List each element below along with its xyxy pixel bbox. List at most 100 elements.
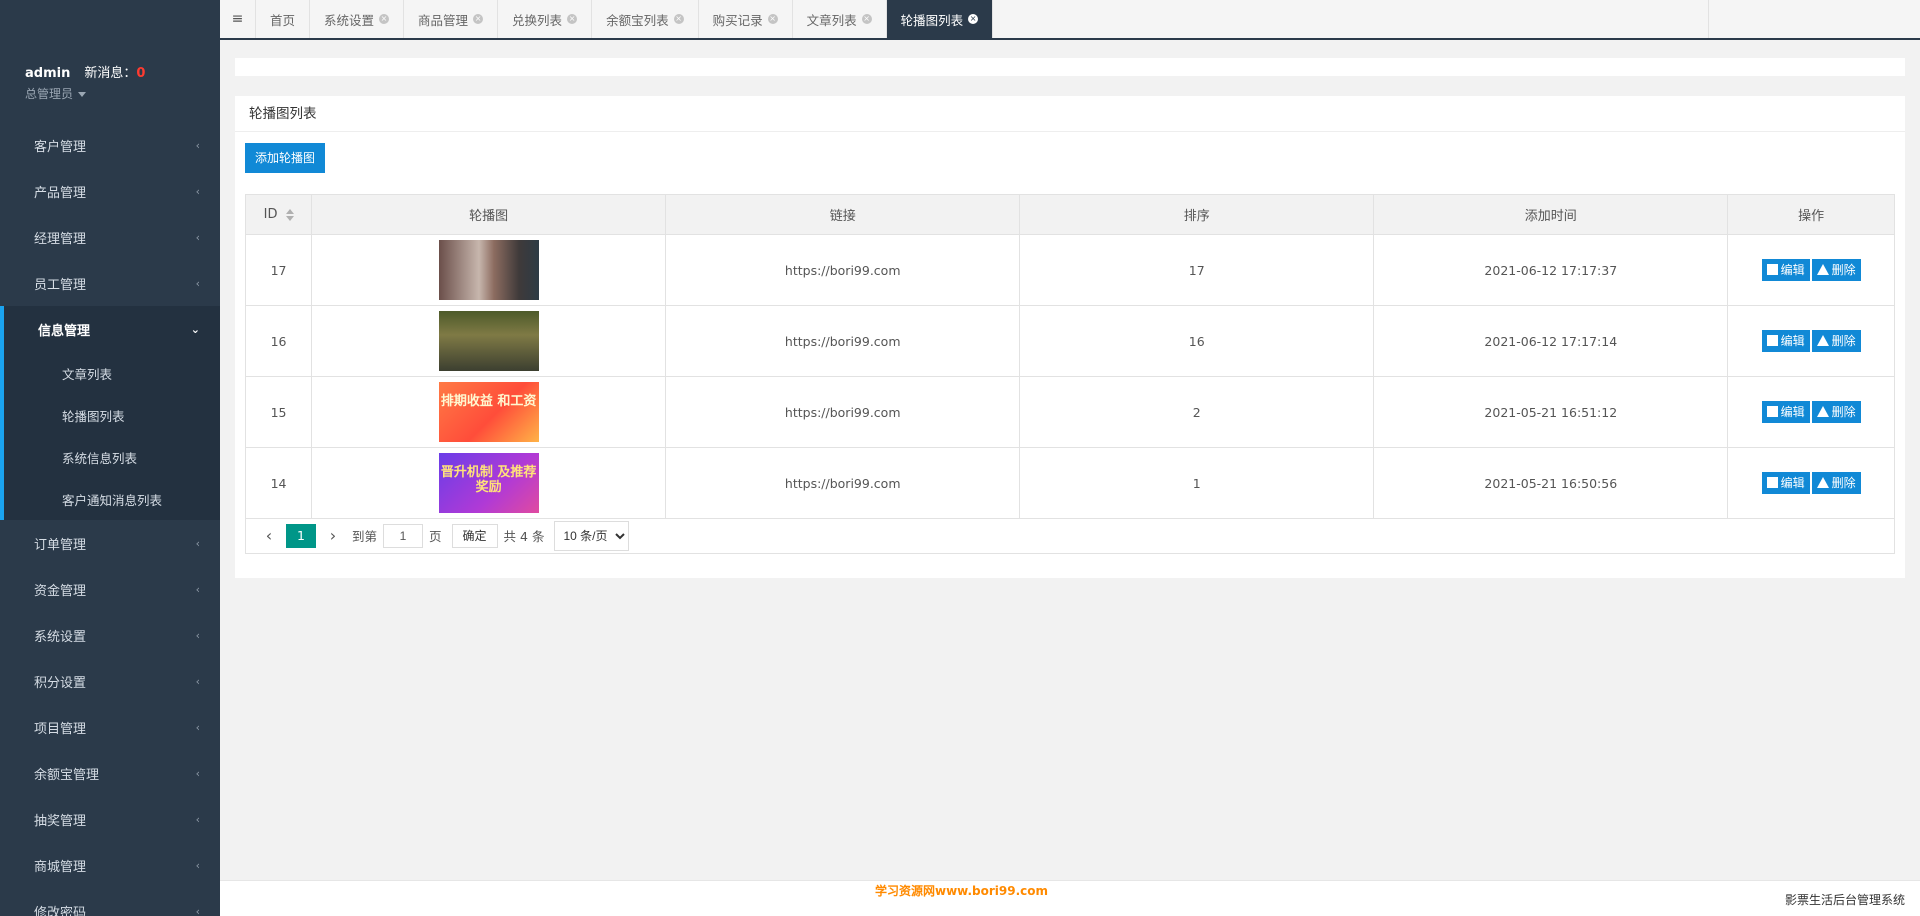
page-jump-input[interactable] [383, 523, 424, 548]
message-label[interactable]: 新消息： [84, 66, 136, 81]
tab-bar: ≡ 首页 系统设置 × 商品管理 × 兑换列表 × 余额宝列表 × 购买记录 × 文章列表 × 轮播图列表… [220, 0, 1920, 40]
sidebar-item-bottom-4[interactable]: 项目管理 ‹ [0, 704, 220, 750]
chevron-down-icon: ⌄ [190, 322, 200, 336]
add-banner-button[interactable]: 添加轮播图 [245, 143, 326, 173]
column-header-sort: 排序 [1019, 194, 1375, 235]
close-icon[interactable]: × [767, 14, 778, 24]
sidebar-item-bottom-1[interactable]: 资金管理 ‹ [0, 566, 220, 612]
submenu-item[interactable]: 文章列表 [4, 352, 220, 394]
edit-button[interactable]: 编辑 [1761, 401, 1810, 423]
chevron-left-icon: ‹ [195, 230, 200, 244]
column-header-id[interactable]: ID [244, 194, 313, 235]
cell-time: 2021-06-12 17:17:37 [1373, 234, 1729, 306]
blank-card [235, 58, 1905, 76]
warning-icon [1816, 335, 1829, 346]
cell-time: 2021-06-12 17:17:14 [1373, 305, 1729, 377]
nav-item-label: 项目管理 [34, 721, 87, 737]
close-icon[interactable]: × [567, 14, 578, 24]
banner-thumbnail[interactable] [438, 311, 539, 371]
goto-label: 到第 [352, 529, 378, 544]
nav-item-info-management[interactable]: 信息管理 ⌄ [0, 306, 220, 352]
edit-button[interactable]: 编辑 [1761, 259, 1810, 281]
edit-icon [1766, 335, 1778, 346]
user-name[interactable]: admin [25, 66, 70, 81]
warning-icon [1816, 406, 1829, 417]
sidebar-item-1[interactable]: 产品管理 ‹ [0, 168, 220, 214]
edit-button[interactable]: 编辑 [1761, 330, 1810, 352]
cell-link: https://bori99.com [665, 447, 1021, 519]
sidebar-item-bottom-6[interactable]: 抽奖管理 ‹ [0, 796, 220, 842]
cell-id: 16 [244, 305, 313, 377]
nav-item-label: 资金管理 [34, 583, 87, 599]
tab-label: 商品管理 [418, 12, 469, 28]
cell-time: 2021-05-21 16:50:56 [1373, 447, 1729, 519]
submenu-item[interactable]: 轮播图列表 [4, 394, 220, 436]
menu-toggle-icon[interactable]: ≡ [220, 0, 256, 38]
tab[interactable]: 轮播图列表 × [886, 0, 994, 38]
sidebar: admin 新消息：0 总管理员 客户管理 ‹ 产品管理 ‹ 经理管理 ‹ 员工管理 ‹ 信息管… [0, 0, 220, 916]
caret-down-icon [78, 92, 87, 97]
cell-link: https://bori99.com [665, 234, 1021, 306]
close-icon[interactable]: × [968, 14, 979, 24]
tab[interactable]: 商品管理 × [404, 0, 499, 38]
banner-thumbnail[interactable]: 晋升机制 及推荐奖励 [438, 453, 539, 513]
card-title: 轮播图列表 [235, 96, 1905, 132]
tab-label: 余额宝列表 [606, 12, 669, 28]
message-count[interactable]: 0 [136, 66, 145, 81]
submenu: 文章列表 轮播图列表 系统信息列表 客户通知消息列表 [0, 352, 220, 520]
tab[interactable]: 文章列表 × [793, 0, 887, 38]
close-icon[interactable]: × [473, 14, 484, 24]
delete-label: 删除 [1831, 476, 1856, 490]
next-page-icon[interactable]: › [320, 526, 346, 545]
page-size-select[interactable]: 10 条/页 [554, 520, 630, 551]
thumbnail-text: 排期收益 和工资 [440, 394, 537, 409]
tab[interactable]: 兑换列表 × [498, 0, 593, 38]
edit-button[interactable]: 编辑 [1761, 472, 1810, 494]
tab[interactable]: 首页 [256, 0, 311, 38]
close-icon[interactable]: × [673, 14, 684, 24]
user-role-dropdown[interactable]: 总管理员 [25, 85, 220, 102]
delete-button[interactable]: 删除 [1811, 259, 1861, 281]
page-jump-confirm-button[interactable]: 确定 [451, 523, 498, 548]
tab-label: 系统设置 [324, 12, 375, 28]
total-count: 共 4 条 [503, 529, 545, 544]
delete-button[interactable]: 删除 [1811, 330, 1861, 352]
tab[interactable]: 系统设置 × [310, 0, 405, 38]
footer: 学习资源网www.bori99.com 影票生活后台管理系统 [220, 880, 1920, 916]
cell-id: 15 [244, 376, 313, 448]
sort-icon[interactable] [285, 208, 294, 221]
nav-item-label: 积分设置 [34, 675, 87, 691]
sidebar-item-bottom-0[interactable]: 订单管理 ‹ [0, 520, 220, 566]
close-icon[interactable]: × [861, 14, 872, 24]
cell-time: 2021-05-21 16:51:12 [1373, 376, 1729, 448]
edit-label: 编辑 [1780, 334, 1805, 348]
warning-icon [1816, 477, 1829, 488]
close-icon[interactable]: × [379, 14, 390, 24]
edit-icon [1766, 264, 1778, 275]
nav-item-label: 商城管理 [34, 859, 87, 875]
sidebar-item-bottom-7[interactable]: 商城管理 ‹ [0, 842, 220, 888]
prev-page-icon[interactable]: ‹ [256, 526, 282, 545]
sidebar-item-bottom-8[interactable]: 修改密码 ‹ [0, 888, 220, 916]
edit-label: 编辑 [1780, 476, 1805, 490]
sidebar-item-bottom-5[interactable]: 余额宝管理 ‹ [0, 750, 220, 796]
sidebar-item-0[interactable]: 客户管理 ‹ [0, 122, 220, 168]
delete-button[interactable]: 删除 [1811, 472, 1861, 494]
tab[interactable]: 购买记录 × [699, 0, 793, 38]
cell-sort: 1 [1019, 447, 1375, 519]
banner-thumbnail[interactable] [438, 240, 539, 300]
banner-thumbnail[interactable]: 排期收益 和工资 [438, 382, 539, 442]
sidebar-item-bottom-3[interactable]: 积分设置 ‹ [0, 658, 220, 704]
sidebar-item-2[interactable]: 经理管理 ‹ [0, 214, 220, 260]
nav-item-label: 员工管理 [34, 277, 87, 293]
table-row: 15 排期收益 和工资 https://bori99.com 2 2021-05-21 … [244, 376, 1895, 448]
delete-button[interactable]: 删除 [1811, 401, 1861, 423]
sidebar-item-bottom-2[interactable]: 系统设置 ‹ [0, 612, 220, 658]
delete-label: 删除 [1831, 263, 1856, 277]
submenu-item[interactable]: 客户通知消息列表 [4, 478, 220, 520]
column-header-time: 添加时间 [1373, 194, 1729, 235]
submenu-item[interactable]: 系统信息列表 [4, 436, 220, 478]
page-number-current[interactable]: 1 [286, 523, 316, 548]
tab[interactable]: 余额宝列表 × [592, 0, 699, 38]
sidebar-item-3[interactable]: 员工管理 ‹ [0, 260, 220, 306]
